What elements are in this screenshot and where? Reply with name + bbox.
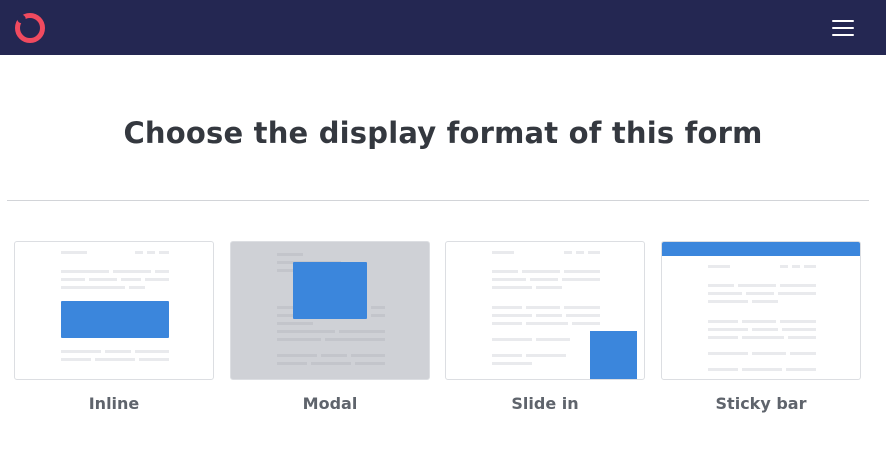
format-label-modal: Modal [302, 394, 358, 413]
brand-ring-logo-icon[interactable] [14, 11, 46, 43]
top-navbar [0, 0, 886, 55]
format-label-slide-in: Slide in [511, 394, 579, 413]
section-divider [7, 200, 869, 201]
slide-in-preview-illustration [492, 251, 637, 379]
format-option-slide-in[interactable]: Slide in [445, 241, 645, 413]
inline-preview [14, 241, 214, 380]
page-title: Choose the display format of this form [123, 116, 763, 150]
format-option-inline[interactable]: Inline [14, 241, 214, 413]
format-option-sticky-bar[interactable]: Sticky bar [661, 241, 861, 413]
slide-in-preview [445, 241, 645, 380]
format-label-inline: Inline [88, 394, 140, 413]
hamburger-menu-icon[interactable] [828, 15, 858, 41]
modal-preview [230, 241, 430, 380]
inline-preview-illustration [61, 251, 169, 361]
format-option-modal[interactable]: Modal [230, 241, 430, 413]
format-label-sticky-bar: Sticky bar [715, 394, 807, 413]
modal-preview-illustration [277, 253, 385, 365]
sticky-bar-preview-illustration [662, 242, 860, 371]
sticky-bar-preview [661, 241, 861, 380]
